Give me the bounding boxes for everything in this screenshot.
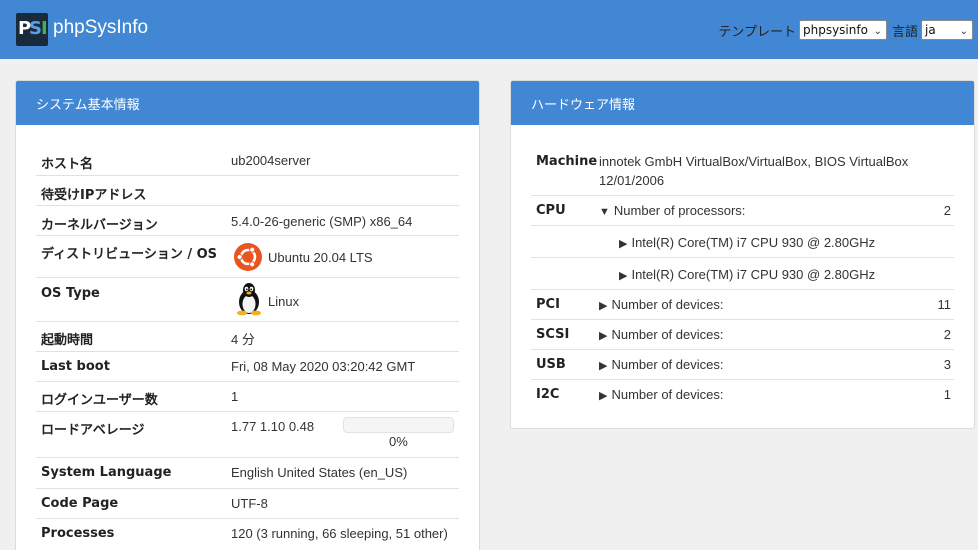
row-label: 待受けIPアドレス [41,188,147,203]
hardware-panel-title: ハードウェア情報 [511,81,974,125]
row-value: 1.77 1.10 0.48 [231,419,315,434]
device-count: 2 [943,327,951,342]
chevron-down-icon: ⌄ [873,26,882,37]
template-label: テンプレート [718,24,796,40]
hardware-row-scsi[interactable]: SCSI ▶ Number of devices: 2 [531,319,954,349]
row-label: Last boot [41,359,110,374]
processor-item[interactable]: ▶ Intel(R) Core(TM) i7 CPU 930 @ 2.80GHz [619,267,875,282]
system-row-hostname: ホスト名 ub2004server [36,145,459,175]
device-count: 1 [943,387,951,402]
row-value: 120 (3 running, 66 sleeping, 51 other) [231,526,448,541]
hardware-panel: ハードウェア情報 Machine innotek GmbH VirtualBox… [510,80,975,429]
triangle-right-icon: ▶ [619,270,628,282]
device-count-text: Number of devices: [611,327,724,342]
triangle-right-icon: ▶ [599,360,608,372]
system-row-ostype: OS Type Linux [36,277,459,321]
row-label: ホスト名 [41,157,94,172]
row-label: I2C [536,387,560,402]
cpu-count: 2 [943,203,951,218]
hardware-row-usb[interactable]: USB ▶ Number of devices: 3 [531,349,954,379]
load-progress-bar [343,417,454,433]
row-value: Fri, 08 May 2020 03:20:42 GMT [231,359,416,374]
row-label: OS Type [41,286,100,301]
row-value: 1 [231,389,239,404]
triangle-right-icon: ▶ [599,330,608,342]
psi-logo-icon: PSI [16,13,48,46]
device-toggle[interactable]: ▶ Number of devices: [599,357,723,372]
row-value: ub2004server [231,153,311,168]
row-label: Processes [41,526,115,541]
hardware-row-i2c[interactable]: I2C ▶ Number of devices: 1 [531,379,954,409]
hardware-row-machine: Machine innotek GmbH VirtualBox/VirtualB… [531,145,954,195]
chevron-down-icon: ⌄ [959,26,968,37]
row-value: Linux [268,294,300,309]
triangle-down-icon: ▼ [599,206,610,218]
row-label: ディストリビューション / OS [41,247,218,262]
hardware-row-cpu[interactable]: CPU ▼ Number of processors: 2 [531,195,954,225]
nav-controls: テンプレート phpsysinfo ⌄ 言語 ja ⌄ [718,20,973,40]
hardware-row-pci[interactable]: PCI ▶ Number of devices: 11 [531,289,954,319]
hardware-row-processor: ▶ Intel(R) Core(TM) i7 CPU 930 @ 2.80GHz [531,225,954,257]
machine-value-line2: 12/01/2006 [599,173,665,188]
triangle-right-icon: ▶ [619,238,628,250]
row-value: Ubuntu 20.04 LTS [268,250,373,265]
ubuntu-logo-icon [234,243,262,271]
row-label: 起動時間 [41,333,94,348]
processor-item[interactable]: ▶ Intel(R) Core(TM) i7 CPU 930 @ 2.80GHz [619,235,875,250]
language-select[interactable]: ja ⌄ [921,20,973,40]
system-row-lastboot: Last boot Fri, 08 May 2020 03:20:42 GMT [36,351,459,381]
system-panel-title: システム基本情報 [16,81,479,125]
system-row-uptime: 起動時間 4 分 [36,321,459,351]
template-select[interactable]: phpsysinfo ⌄ [798,20,887,40]
row-label: System Language [41,465,172,480]
linux-tux-icon [237,283,261,316]
row-label: カーネルバージョン [41,218,158,233]
cpu-count-text: Number of processors: [613,203,746,218]
row-label: ログインユーザー数 [41,393,158,408]
cpu-toggle[interactable]: ▼ Number of processors: [599,203,745,218]
system-row-processes: Processes 120 (3 running, 66 sleeping, 5… [36,518,459,550]
row-label: Machine [536,154,598,169]
device-count-text: Number of devices: [611,357,724,372]
triangle-right-icon: ▶ [599,390,608,402]
row-value: UTF-8 [231,496,268,511]
system-row-loadavg: ロードアベレージ 1.77 1.10 0.48 0% [36,411,459,457]
triangle-right-icon: ▶ [599,300,608,312]
system-panel: システム基本情報 ホスト名 ub2004server 待受けIPアドレス カーネ… [15,80,480,550]
row-label: ロードアベレージ [41,423,145,438]
brand-title: phpSysInfo [53,17,149,38]
device-toggle[interactable]: ▶ Number of devices: [599,327,723,342]
load-progress-percent: 0% [389,434,408,449]
language-label: 言語 [891,24,918,40]
processor-name: Intel(R) Core(TM) i7 CPU 930 @ 2.80GHz [631,267,876,282]
system-row-users: ログインユーザー数 1 [36,381,459,411]
system-row-kernel: カーネルバージョン 5.4.0-26-generic (SMP) x86_64 [36,205,459,235]
template-select-value: phpsysinfo [802,23,868,37]
device-count: 11 [937,297,952,312]
row-value: English United States (en_US) [231,465,408,480]
system-row-ip: 待受けIPアドレス [36,175,459,205]
row-value: 5.4.0-26-generic (SMP) x86_64 [231,214,413,229]
top-navbar: PSI phpSysInfo テンプレート phpsysinfo ⌄ 言語 ja… [0,0,978,59]
device-toggle[interactable]: ▶ Number of devices: [599,297,723,312]
row-label: USB [536,357,566,372]
system-row-codepage: Code Page UTF-8 [36,488,459,518]
device-count: 3 [943,357,951,372]
device-count-text: Number of devices: [611,297,724,312]
language-select-value: ja [925,23,936,37]
row-label: PCI [536,297,560,312]
device-toggle[interactable]: ▶ Number of devices: [599,387,723,402]
device-count-text: Number of devices: [611,387,724,402]
processor-name: Intel(R) Core(TM) i7 CPU 930 @ 2.80GHz [631,235,876,250]
row-label: CPU [536,203,566,218]
hardware-row-processor: ▶ Intel(R) Core(TM) i7 CPU 930 @ 2.80GHz [531,257,954,289]
row-label: SCSI [536,327,570,342]
machine-value-line1: innotek GmbH VirtualBox/VirtualBox, BIOS… [599,154,909,169]
row-value: 4 分 [231,332,255,347]
system-row-distro: ディストリビューション / OS Ubuntu 20.04 LTS [36,235,459,277]
row-label: Code Page [41,496,119,511]
system-row-language: System Language English United States (e… [36,457,459,488]
